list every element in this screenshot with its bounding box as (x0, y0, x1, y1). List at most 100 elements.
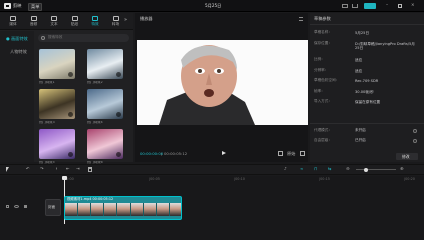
text-icon (51, 16, 57, 21)
play-icon[interactable] (222, 151, 226, 155)
effect-card[interactable] (87, 49, 123, 79)
tab-label: 转场 (111, 22, 120, 26)
track-lock-icon[interactable] (6, 205, 9, 208)
sidebar-item-person-effects[interactable]: 人物特效 (10, 49, 27, 54)
select-tool-icon[interactable] (6, 167, 9, 172)
delete-icon[interactable] (88, 167, 92, 172)
effect-card[interactable] (39, 129, 75, 159)
cover-label: 封面 (48, 205, 56, 209)
clip-thumbnail (78, 203, 92, 216)
video-frame (137, 40, 308, 125)
zoom-out-icon[interactable]: ⊖ (346, 166, 350, 171)
effects-icon (92, 16, 98, 21)
export-icon[interactable] (352, 4, 358, 8)
download-icon[interactable] (116, 72, 121, 77)
track-mute-icon[interactable] (24, 205, 27, 208)
effect-card[interactable] (39, 49, 75, 79)
clip-thumbnail (65, 203, 79, 216)
download-icon[interactable] (68, 72, 73, 77)
effect-card[interactable] (39, 89, 75, 119)
media-icon (10, 16, 16, 21)
split-left-icon[interactable]: ⇤ (66, 166, 70, 171)
export-button[interactable] (364, 3, 376, 9)
info-icon[interactable] (413, 129, 417, 133)
link-icon[interactable]: ∞ (300, 166, 304, 171)
transition-icon (112, 16, 119, 21)
split-icon[interactable]: ⟊ (56, 166, 57, 171)
ratio-button[interactable]: 原始 (287, 151, 295, 156)
effect-card[interactable] (87, 129, 123, 159)
clip-thumbnail (104, 203, 118, 216)
effect-name: 热门特效3 (39, 121, 55, 124)
more-tabs-icon[interactable]: » (124, 17, 127, 23)
zoom-slider-thumb[interactable] (364, 167, 368, 172)
draft-key: 代理模式： (314, 128, 332, 132)
effect-name: 热门特效2 (87, 81, 103, 84)
draft-value: D:/剪映草稿/JianyingPro Drafts/5月25日 (355, 41, 415, 50)
effect-card[interactable] (87, 89, 123, 119)
tab-label: 特效 (91, 22, 99, 26)
clip-thumbnail (156, 203, 170, 216)
search-input[interactable]: 搜索特效 (48, 35, 62, 40)
draft-divider (310, 123, 424, 124)
preview-axis-icon[interactable]: ⇆ (328, 166, 332, 171)
draft-value: 保留在原有位置 (355, 100, 381, 104)
close-icon[interactable]: × (411, 2, 415, 7)
tab-label: 媒体 (9, 22, 17, 26)
download-icon[interactable] (116, 112, 121, 117)
draft-value: 适应 (355, 68, 363, 73)
tab-label: 贴纸 (70, 22, 79, 26)
crop-icon[interactable] (278, 151, 283, 156)
download-icon[interactable] (116, 152, 121, 157)
minimize-icon[interactable]: – (386, 2, 388, 7)
track-visible-icon[interactable] (14, 205, 19, 208)
tab-sticker[interactable]: 贴纸 (66, 14, 84, 29)
tab-label: 音频 (29, 22, 38, 26)
zoom-slider[interactable] (356, 169, 396, 170)
menu-button[interactable]: 菜单 (28, 3, 43, 12)
download-icon[interactable] (68, 152, 73, 157)
clip-thumbnails (65, 203, 181, 216)
tab-media[interactable]: 媒体 (4, 14, 22, 29)
player-menu-icon[interactable] (299, 17, 303, 21)
video-clip[interactable]: 视频素材1.mp4 00:00:05:12 (64, 196, 182, 220)
tab-audio[interactable]: 音频 (25, 14, 43, 29)
sidebar-item-screen-effects[interactable]: ● 画面特效 (6, 36, 28, 41)
effect-name: 热门特效1 (39, 81, 55, 84)
tab-effects[interactable]: 特效 (86, 14, 104, 29)
sticker-icon (71, 16, 78, 21)
ruler-mark: |00:15 (319, 177, 330, 181)
draft-value: 已开启 (355, 138, 366, 142)
tab-label: 文本 (50, 22, 58, 26)
zoom-in-icon[interactable]: ⊕ (400, 166, 404, 171)
fullscreen-icon[interactable] (300, 151, 305, 156)
undo-icon[interactable]: ↶ (26, 166, 30, 171)
draft-divider (310, 24, 424, 25)
download-icon[interactable] (68, 112, 73, 117)
search-icon (41, 35, 45, 40)
tab-text[interactable]: 文本 (45, 14, 63, 29)
snap-icon[interactable]: ⊓ (314, 166, 317, 171)
info-icon[interactable] (413, 139, 417, 143)
draft-key: 帧率： (314, 88, 325, 93)
total-time: 00:00:05:12 (164, 151, 188, 156)
draft-key: 导入方式： (314, 99, 332, 103)
draft-key: 比例： (314, 57, 325, 61)
ruler-mark: |00:10 (234, 177, 245, 181)
draft-key: 保存位置： (314, 40, 332, 45)
maximize-icon[interactable] (398, 4, 402, 8)
media-toolbar: 媒体 音频 文本 贴纸 特效 转场 » (0, 13, 133, 30)
audio-icon (30, 16, 37, 21)
draft-title: 草稿参数 (314, 16, 331, 21)
mic-icon[interactable]: ♪ (284, 166, 287, 171)
app-name: 剪映 (13, 3, 22, 8)
redo-icon[interactable]: ↷ (40, 166, 44, 171)
layout-icon[interactable] (342, 4, 348, 8)
app-logo-icon (4, 3, 11, 9)
draft-value: 未开启 (355, 128, 366, 132)
playhead-handle[interactable] (62, 176, 67, 180)
video-preview[interactable] (137, 40, 308, 125)
modify-button-label: 修改 (402, 153, 410, 159)
split-right-icon[interactable]: ⇥ (76, 166, 80, 171)
tab-transition[interactable]: 转场 (107, 14, 125, 29)
